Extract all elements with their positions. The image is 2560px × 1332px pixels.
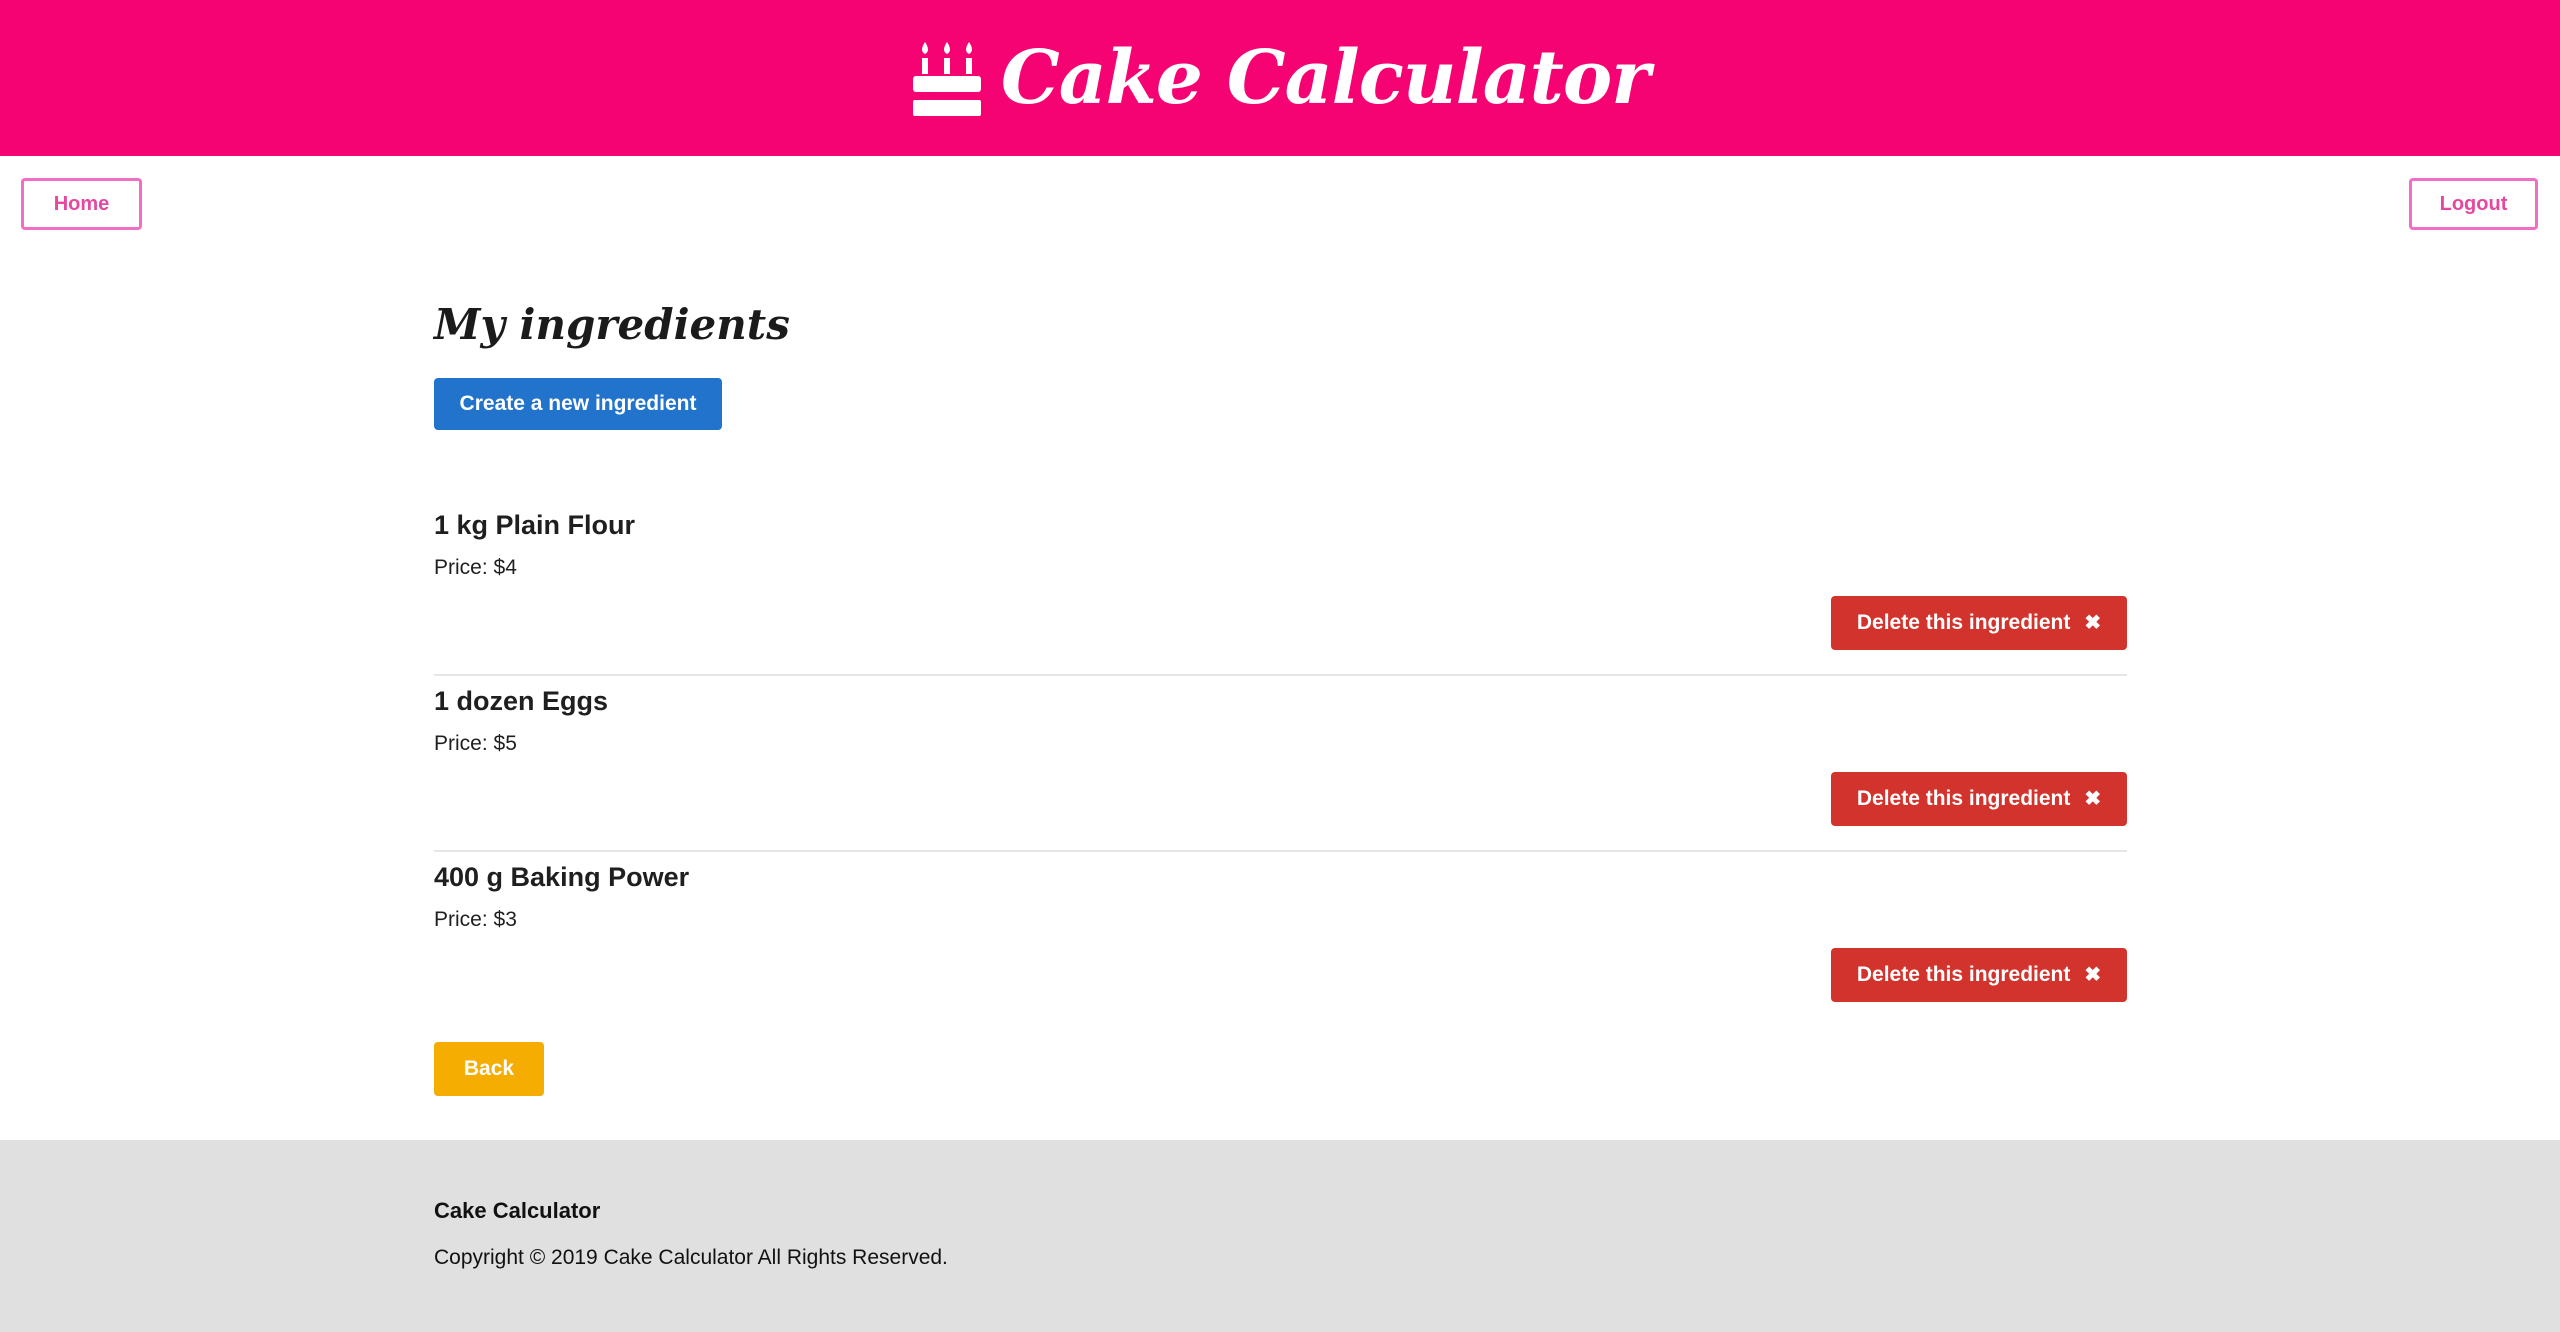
delete-button-label: Delete this ingredient [1856,787,2071,810]
close-icon: ✖ [2084,964,2102,986]
site-header: Cake Calculator [0,0,2560,156]
delete-ingredient-button[interactable]: Delete this ingredient ✖ [1831,596,2127,650]
delete-ingredient-button[interactable]: Delete this ingredient ✖ [1831,772,2127,826]
ingredient-item: 1 kg Plain Flour Price: $4 Delete this i… [434,500,2127,676]
close-icon: ✖ [2084,788,2102,810]
footer-title: Cake Calculator [434,1198,601,1223]
ingredient-name: 400 g Baking Power [434,862,690,892]
ingredient-price: Price: $3 [434,908,517,931]
delete-button-label: Delete this ingredient [1856,963,2071,986]
brand[interactable]: Cake Calculator [911,35,1650,121]
close-icon: ✖ [2084,612,2102,634]
logout-button[interactable]: Logout [2409,178,2538,230]
create-ingredient-button[interactable]: Create a new ingredient [434,378,722,430]
ingredient-name: 1 kg Plain Flour [434,510,636,540]
page-title: My ingredients [434,300,790,349]
footer-copyright: Copyright © 2019 Cake Calculator All Rig… [434,1246,948,1269]
ingredient-name: 1 dozen Eggs [434,686,609,716]
ingredient-item: 1 dozen Eggs Price: $5 Delete this ingre… [434,676,2127,852]
delete-button-label: Delete this ingredient [1856,611,2071,634]
back-button[interactable]: Back [434,1042,544,1096]
ingredient-list: 1 kg Plain Flour Price: $4 Delete this i… [434,500,2127,1022]
ingredient-price: Price: $5 [434,732,517,755]
ingredient-price: Price: $4 [434,556,517,579]
footer-content: Cake Calculator Copyright © 2019 Cake Ca… [434,1198,948,1270]
ingredient-item: 400 g Baking Power Price: $3 Delete this… [434,852,2127,1022]
main-content: My ingredients Create a new ingredient 1… [434,280,2127,1096]
birthday-cake-icon [912,42,981,116]
home-button[interactable]: Home [21,178,142,230]
delete-ingredient-button[interactable]: Delete this ingredient ✖ [1831,948,2127,1002]
site-title: Cake Calculator [1000,35,1650,121]
site-footer: Cake Calculator Copyright © 2019 Cake Ca… [0,1140,2560,1332]
